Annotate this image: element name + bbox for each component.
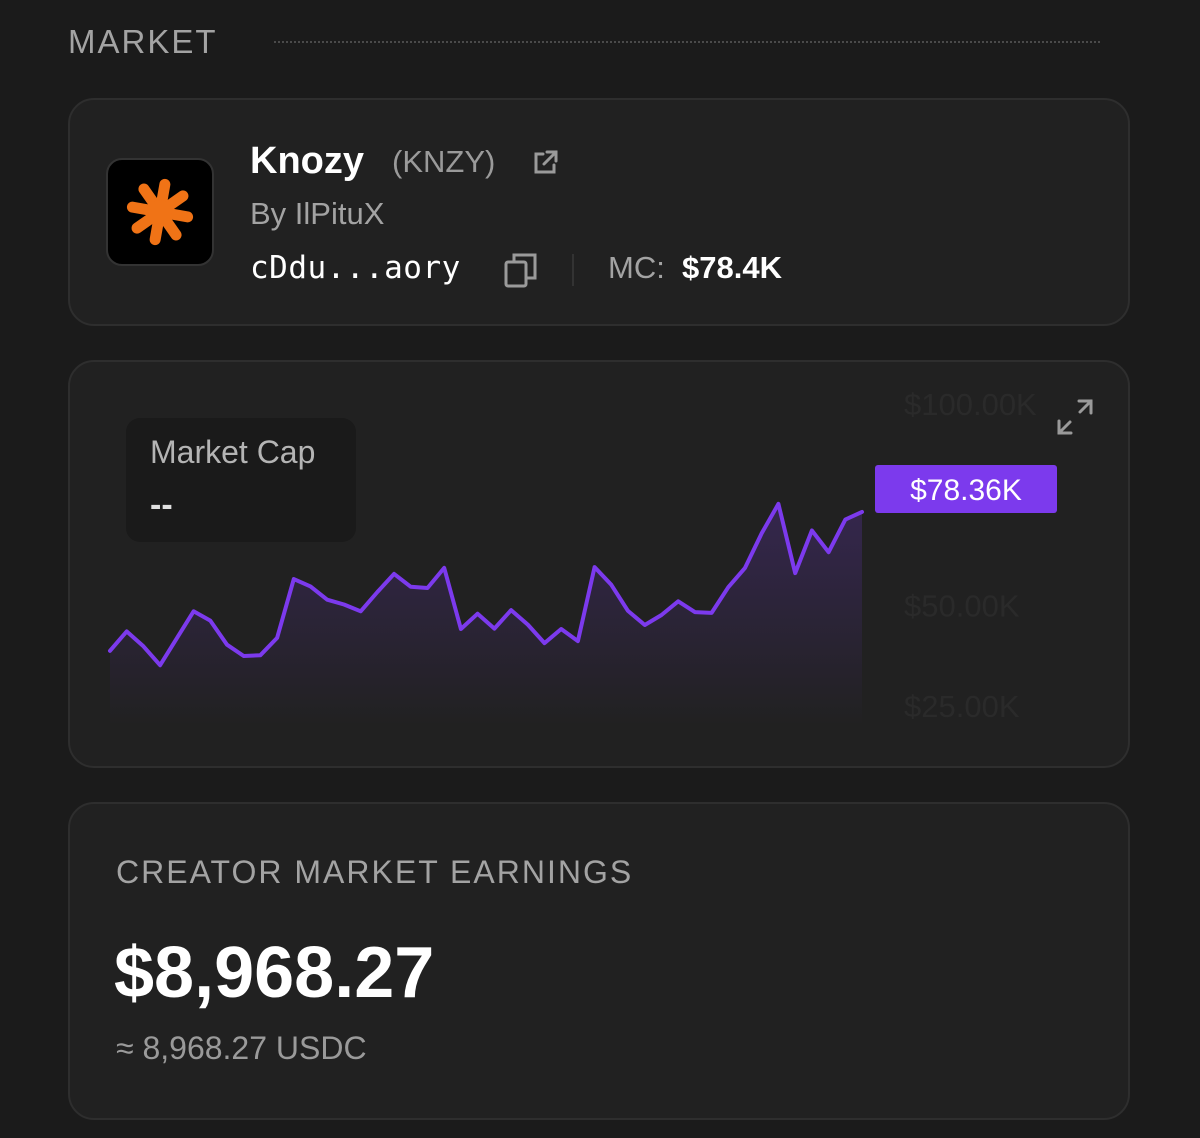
chart-point <box>108 649 112 653</box>
chart-point <box>509 608 513 612</box>
token-creator[interactable]: By IlPituX <box>250 196 384 232</box>
chart-point <box>258 653 262 657</box>
chart-point <box>309 584 313 588</box>
chart-point <box>175 636 179 640</box>
chart-point <box>242 654 246 658</box>
chart-point <box>342 602 346 606</box>
y-tick-label: $50.00K <box>904 588 1020 623</box>
token-address: cDdu...aory <box>250 250 461 286</box>
chart-point <box>827 550 831 554</box>
chart-point <box>626 609 630 613</box>
chart-point <box>843 518 847 522</box>
chart-point <box>542 641 546 645</box>
token-name[interactable]: Knozy <box>250 140 364 183</box>
market-cap-box: Market Cap -- <box>126 418 356 542</box>
chart-point <box>559 627 563 631</box>
y-tick-label: $100.00K <box>904 387 1037 422</box>
vertical-divider <box>572 254 574 286</box>
earnings-card: CREATOR MARKET EARNINGS $8,968.27 ≈ 8,96… <box>68 802 1130 1120</box>
chart-point <box>643 623 647 627</box>
market-cap-box-label: Market Cap <box>150 434 316 470</box>
expand-icon[interactable] <box>1056 398 1094 436</box>
section-header: MARKET <box>68 18 1100 66</box>
chart-point <box>593 565 597 569</box>
token-symbol: (KNZY) <box>392 144 496 179</box>
chart-point <box>292 577 296 581</box>
market-cap-box-value: -- <box>150 486 173 524</box>
chart-point <box>793 571 797 575</box>
chart-point <box>392 572 396 576</box>
chart-point <box>476 612 480 616</box>
chart-point <box>659 613 663 617</box>
earnings-usdc-value: ≈ 8,968.27 USDC <box>116 1030 367 1066</box>
chart-point <box>125 629 129 633</box>
chart-point <box>576 639 580 643</box>
token-logo <box>106 158 214 266</box>
chart-point <box>526 623 530 627</box>
chart-card: $100.00K $50.00K $25.00K $78.36K Market Ca… <box>68 360 1130 768</box>
chart-point <box>325 598 329 602</box>
market-cap-label: MC: <box>608 250 665 285</box>
chart-point <box>726 585 730 589</box>
y-tick-label: $25.00K <box>904 689 1020 724</box>
chart-point <box>225 643 229 647</box>
chart-point <box>492 627 496 631</box>
chart-point <box>275 636 279 640</box>
market-cap-value: $78.4K <box>682 250 782 285</box>
chart-point <box>158 663 162 667</box>
chart-point <box>409 585 413 589</box>
section-divider <box>274 41 1100 43</box>
chart-point <box>710 611 714 615</box>
chart-point <box>860 510 864 514</box>
chart-point <box>609 583 613 587</box>
chart-point <box>192 609 196 613</box>
chart-point <box>776 502 780 506</box>
chart-point <box>426 586 430 590</box>
chart-point <box>141 644 145 648</box>
chart-point <box>760 531 764 535</box>
chart-point <box>375 590 379 594</box>
chart-point <box>208 619 212 623</box>
asterisk-logo-icon <box>126 178 194 246</box>
chart-point <box>810 528 814 532</box>
current-price-tag: $78.36K <box>875 465 1057 513</box>
section-title: MARKET <box>68 23 218 60</box>
chart-point <box>693 610 697 614</box>
token-card: Knozy (KNZY) By IlPituX cDdu...aory MC: … <box>68 98 1130 326</box>
chart-point <box>359 609 363 613</box>
chart-point <box>676 599 680 603</box>
earnings-title: CREATOR MARKET EARNINGS <box>116 854 634 890</box>
copy-icon[interactable] <box>504 252 538 288</box>
current-price-label: $78.36K <box>910 474 1022 507</box>
chart-point <box>442 566 446 570</box>
external-link-icon[interactable] <box>530 148 560 178</box>
chart-point <box>459 627 463 631</box>
chart-point <box>743 566 747 570</box>
earnings-value: $8,968.27 <box>114 933 435 1013</box>
